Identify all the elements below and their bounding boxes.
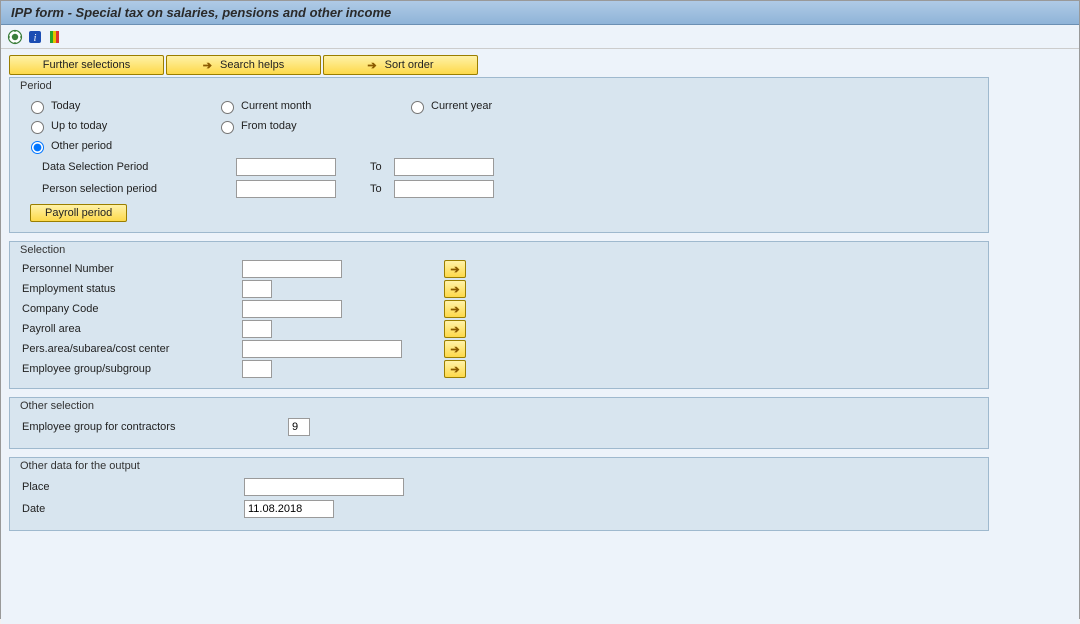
arrow-icon: ➔ bbox=[450, 343, 459, 356]
arrow-icon: ➔ bbox=[450, 303, 459, 316]
selection-row-input[interactable] bbox=[242, 280, 272, 298]
selection-row-input[interactable] bbox=[242, 300, 342, 318]
output-title: Other data for the output bbox=[18, 460, 142, 472]
selection-buttons: Further selections ➔ Search helps ➔ Sort… bbox=[9, 55, 1071, 75]
employee-group-contractors-input[interactable] bbox=[288, 418, 310, 436]
multiple-selection-button[interactable]: ➔ bbox=[444, 280, 466, 298]
arrow-icon: ➔ bbox=[367, 59, 376, 72]
sort-order-button[interactable]: ➔ Sort order bbox=[323, 55, 478, 75]
date-input[interactable] bbox=[244, 500, 334, 518]
flag-icon[interactable] bbox=[47, 29, 63, 45]
multiple-selection-button[interactable]: ➔ bbox=[444, 340, 466, 358]
radio-today[interactable]: Today bbox=[26, 96, 206, 116]
data-selection-to-input[interactable] bbox=[394, 158, 494, 176]
selection-row-label: Employment status bbox=[22, 283, 242, 295]
selection-row-label: Employee group/subgroup bbox=[22, 363, 242, 375]
period-panel: Period Today Current month Current year … bbox=[9, 77, 989, 233]
place-label: Place bbox=[22, 476, 238, 498]
search-helps-button[interactable]: ➔ Search helps bbox=[166, 55, 321, 75]
date-label: Date bbox=[22, 498, 238, 520]
selection-row-input[interactable] bbox=[242, 320, 272, 338]
selection-row-label: Payroll area bbox=[22, 323, 242, 335]
person-selection-from-input[interactable] bbox=[236, 180, 336, 198]
arrow-icon: ➔ bbox=[450, 263, 459, 276]
arrow-icon: ➔ bbox=[450, 323, 459, 336]
selection-title: Selection bbox=[18, 244, 67, 256]
selection-row-input[interactable] bbox=[242, 360, 272, 378]
arrow-icon: ➔ bbox=[450, 363, 459, 376]
radio-current-month[interactable]: Current month bbox=[216, 96, 396, 116]
radio-other-period[interactable]: Other period bbox=[26, 136, 206, 156]
employee-group-contractors-label: Employee group for contractors bbox=[22, 416, 282, 438]
payroll-period-button[interactable]: Payroll period bbox=[30, 204, 127, 222]
selection-row-input[interactable] bbox=[242, 340, 402, 358]
app-toolbar: i bbox=[1, 25, 1079, 49]
multiple-selection-button[interactable]: ➔ bbox=[444, 260, 466, 278]
to-label: To bbox=[370, 178, 382, 200]
output-panel: Other data for the output Place Date bbox=[9, 457, 989, 531]
data-selection-from-input[interactable] bbox=[236, 158, 336, 176]
arrow-icon: ➔ bbox=[203, 59, 212, 72]
period-title: Period bbox=[18, 80, 54, 92]
person-selection-to-input[interactable] bbox=[394, 180, 494, 198]
selection-row-label: Personnel Number bbox=[22, 263, 242, 275]
svg-text:i: i bbox=[34, 33, 37, 44]
info-icon[interactable]: i bbox=[27, 29, 43, 45]
data-selection-period-label: Data Selection Period bbox=[42, 156, 230, 178]
person-selection-period-label: Person selection period bbox=[42, 178, 230, 200]
selection-panel: Selection Personnel Number ➔ Employment st… bbox=[9, 241, 989, 389]
multiple-selection-button[interactable]: ➔ bbox=[444, 300, 466, 318]
multiple-selection-button[interactable]: ➔ bbox=[444, 360, 466, 378]
radio-up-to-today[interactable]: Up to today bbox=[26, 116, 206, 136]
other-selection-title: Other selection bbox=[18, 400, 96, 412]
to-label: To bbox=[370, 156, 382, 178]
execute-icon[interactable] bbox=[7, 29, 23, 45]
place-input[interactable] bbox=[244, 478, 404, 496]
selection-row-label: Company Code bbox=[22, 303, 242, 315]
radio-from-today[interactable]: From today bbox=[216, 116, 396, 136]
window-title: IPP form - Special tax on salaries, pens… bbox=[1, 1, 1079, 25]
content-area: Further selections ➔ Search helps ➔ Sort… bbox=[1, 49, 1079, 624]
arrow-icon: ➔ bbox=[450, 283, 459, 296]
selection-row-input[interactable] bbox=[242, 260, 342, 278]
radio-current-year[interactable]: Current year bbox=[406, 96, 586, 116]
further-selections-button[interactable]: Further selections bbox=[9, 55, 164, 75]
multiple-selection-button[interactable]: ➔ bbox=[444, 320, 466, 338]
other-selection-panel: Other selection Employee group for contr… bbox=[9, 397, 989, 449]
selection-row-label: Pers.area/subarea/cost center bbox=[22, 343, 242, 355]
